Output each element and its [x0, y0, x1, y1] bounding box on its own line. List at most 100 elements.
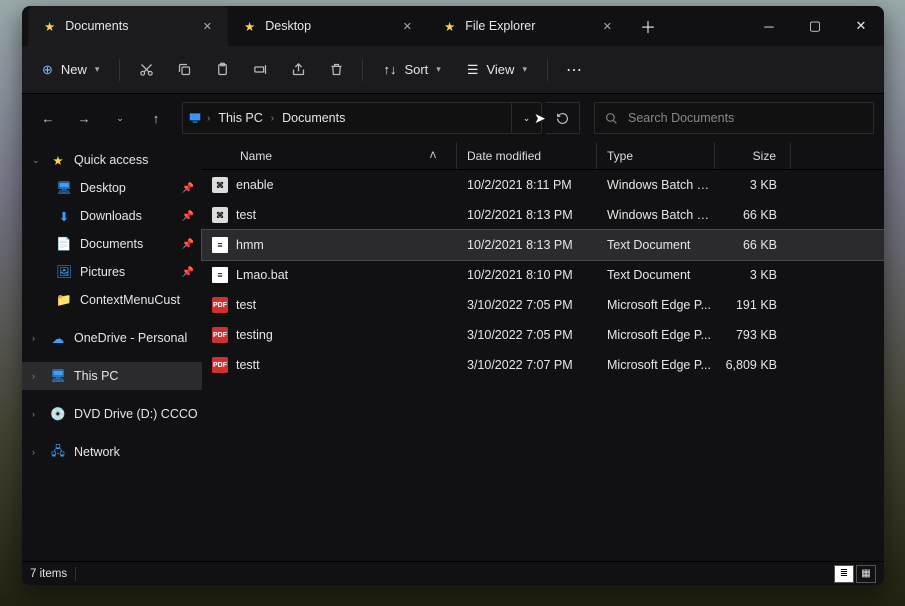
file-size: 6,809 KB — [715, 358, 791, 372]
forward-button[interactable]: → — [68, 102, 100, 134]
file-type: Windows Batch File — [597, 178, 715, 192]
sidebar-item-onedrive[interactable]: › ☁ OneDrive - Personal — [22, 324, 202, 352]
view-toggle: ≣ ▦ — [834, 565, 876, 583]
sidebar-item-quick-access[interactable]: ⌄ ★ Quick access — [22, 146, 202, 174]
sidebar-item-downloads[interactable]: ⬇ Downloads 📌 — [22, 202, 202, 230]
file-icon: ⌘ — [212, 207, 228, 223]
file-row[interactable]: PDFtestt3/10/2022 7:07 PMMicrosoft Edge … — [202, 350, 884, 380]
sidebar-item-documents[interactable]: 📄 Documents 📌 — [22, 230, 202, 258]
more-button[interactable]: ⋯ — [556, 54, 592, 86]
maximize-button[interactable]: ▢ — [792, 6, 838, 46]
pc-icon — [183, 111, 207, 125]
chevron-down-icon: ⌄ — [32, 155, 42, 166]
file-size: 3 KB — [715, 178, 791, 192]
minimize-button[interactable]: ─ — [746, 6, 792, 46]
file-date: 3/10/2022 7:05 PM — [457, 298, 597, 312]
back-button[interactable]: ← — [32, 102, 64, 134]
file-row[interactable]: PDFtest3/10/2022 7:05 PMMicrosoft Edge P… — [202, 290, 884, 320]
delete-button[interactable] — [318, 54, 354, 86]
sidebar-item-folder[interactable]: 📁 ContextMenuCust — [22, 286, 202, 314]
file-type: Microsoft Edge P... — [597, 358, 715, 372]
status-bar: 7 items ≣ ▦ — [22, 561, 884, 585]
file-list: Name ᐱ Date modified Type Size ⌘enable10… — [202, 142, 884, 561]
item-count: 7 items — [30, 568, 67, 580]
file-name: test — [236, 208, 256, 222]
cloud-icon: ☁ — [50, 331, 66, 346]
details-view-button[interactable]: ≣ — [834, 565, 854, 583]
column-size[interactable]: Size — [715, 142, 791, 169]
pc-icon: 🖥 — [50, 369, 66, 384]
file-row[interactable]: ⌘ test 10/2/2021 8:13 PMWindows Batch File… — [202, 200, 884, 230]
sidebar-item-desktop[interactable]: 🖥 Desktop 📌 — [22, 174, 202, 202]
chevron-down-icon: ▾ — [95, 64, 100, 75]
sidebar-item-this-pc[interactable]: › 🖥 This PC — [22, 362, 202, 390]
file-icon: PDF — [212, 297, 228, 313]
file-explorer-window: ★ Documents ✕ ★ Desktop ✕ ★ File Explore… — [22, 6, 884, 585]
sidebar: ⌄ ★ Quick access 🖥 Desktop 📌 ⬇ Downloads… — [22, 142, 202, 561]
sort-icon: ↑↓ — [383, 62, 396, 77]
rename-button[interactable] — [242, 54, 278, 86]
picture-icon: 🖼 — [56, 265, 72, 280]
file-size: 793 KB — [715, 328, 791, 342]
file-date: 10/2/2021 8:13 PM — [457, 208, 597, 222]
new-tab-button[interactable]: ＋ — [628, 6, 668, 46]
sidebar-label: Desktop — [80, 181, 126, 195]
file-type: Windows Batch File — [597, 208, 715, 222]
copy-button[interactable] — [166, 54, 202, 86]
sidebar-item-network[interactable]: › 🖧 Network — [22, 438, 202, 466]
file-type: Microsoft Edge P... — [597, 328, 715, 342]
file-date: 10/2/2021 8:10 PM — [457, 268, 597, 282]
file-icon: ≡ — [212, 267, 228, 283]
star-icon: ★ — [444, 19, 455, 34]
close-icon[interactable]: ✕ — [203, 20, 212, 33]
thumbnails-view-button[interactable]: ▦ — [856, 565, 876, 583]
address-history-button[interactable]: ⌄ — [511, 103, 541, 133]
file-row[interactable]: ⌘enable10/2/2021 8:11 PMWindows Batch Fi… — [202, 170, 884, 200]
sidebar-label: ContextMenuCust — [80, 293, 180, 307]
file-size: 191 KB — [715, 298, 791, 312]
list-icon: ☰ — [467, 62, 479, 78]
recent-dropdown[interactable]: ⌄ — [104, 102, 136, 134]
column-name[interactable]: Name ᐱ — [202, 142, 457, 169]
file-row[interactable]: ≡hmm10/2/2021 8:13 PMText Document66 KB — [202, 230, 884, 260]
sidebar-label: DVD Drive (D:) CCCO — [74, 407, 198, 421]
paste-button[interactable] — [204, 54, 240, 86]
sidebar-label: Quick access — [74, 153, 148, 167]
sidebar-item-dvd[interactable]: › 💿 DVD Drive (D:) CCCO — [22, 400, 202, 428]
sidebar-label: Network — [74, 445, 120, 459]
file-icon: PDF — [212, 327, 228, 343]
sidebar-label: Downloads — [80, 209, 142, 223]
column-type[interactable]: Type — [597, 142, 715, 169]
sort-label: Sort — [404, 62, 428, 77]
chevron-right-icon: › — [32, 447, 42, 457]
sort-button[interactable]: ↑↓ Sort ▾ — [371, 56, 452, 83]
pin-icon: 📌 — [182, 239, 194, 250]
view-button[interactable]: ☰ View ▾ — [455, 56, 539, 84]
file-date: 10/2/2021 8:13 PM — [457, 238, 597, 252]
file-row[interactable]: ≡Lmao.bat10/2/2021 8:10 PMText Document3… — [202, 260, 884, 290]
up-button[interactable]: ↑ — [140, 102, 172, 134]
sort-asc-icon: ᐱ — [430, 150, 436, 161]
new-button[interactable]: ⊕ New ▾ — [30, 56, 111, 84]
cut-button[interactable] — [128, 54, 164, 86]
close-window-button[interactable]: ✕ — [838, 6, 884, 46]
breadcrumb-segment[interactable]: Documents — [274, 111, 353, 125]
tab-file-explorer[interactable]: ★ File Explorer ✕ — [428, 6, 628, 46]
close-icon[interactable]: ✕ — [403, 20, 412, 33]
sidebar-item-pictures[interactable]: 🖼 Pictures 📌 — [22, 258, 202, 286]
tab-documents[interactable]: ★ Documents ✕ — [28, 6, 228, 46]
breadcrumb-segment[interactable]: This PC — [210, 111, 270, 125]
pin-icon: 📌 — [182, 183, 194, 194]
close-icon[interactable]: ✕ — [603, 20, 612, 33]
file-row[interactable]: PDFtesting3/10/2022 7:05 PMMicrosoft Edg… — [202, 320, 884, 350]
share-button[interactable] — [280, 54, 316, 86]
tab-desktop[interactable]: ★ Desktop ✕ — [228, 6, 428, 46]
file-date: 3/10/2022 7:07 PM — [457, 358, 597, 372]
refresh-button[interactable] — [546, 102, 580, 134]
star-icon: ★ — [44, 19, 55, 34]
file-name: test — [236, 298, 256, 312]
search-input[interactable]: Search Documents — [594, 102, 874, 134]
column-date[interactable]: Date modified — [457, 142, 597, 169]
address-bar[interactable]: › This PC › Documents ⌄ — [182, 102, 542, 134]
window-controls: ─ ▢ ✕ — [746, 6, 884, 46]
